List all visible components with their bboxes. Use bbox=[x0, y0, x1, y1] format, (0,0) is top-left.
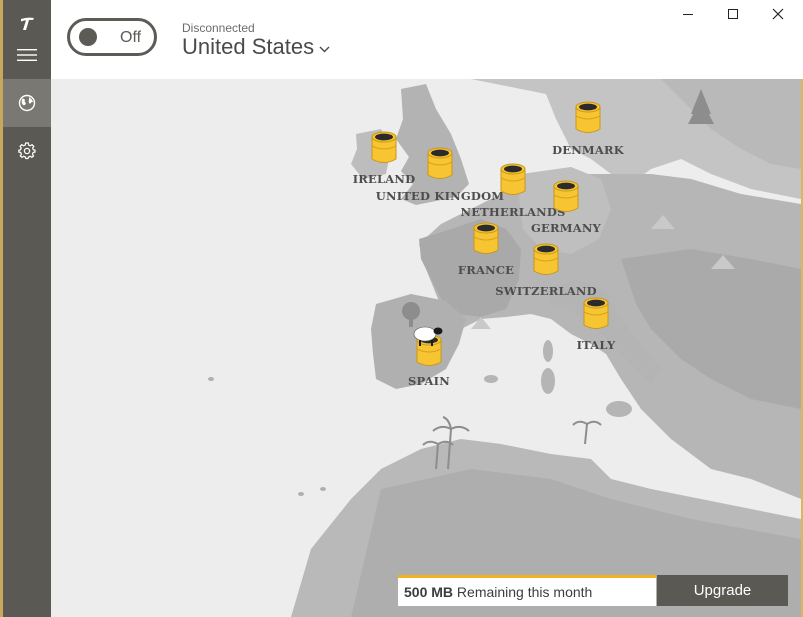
canary-island-1 bbox=[298, 492, 304, 496]
sardinia-island bbox=[541, 368, 555, 394]
country-label: NETHERLANDS bbox=[460, 205, 565, 219]
country-label: FRANCE bbox=[458, 263, 514, 277]
sicily-island bbox=[606, 401, 632, 417]
data-suffix: Remaining this month bbox=[456, 584, 593, 600]
data-remaining-text: 500 MB Remaining this month bbox=[404, 584, 592, 600]
balearic-island bbox=[484, 375, 498, 383]
country-label: SWITZERLAND bbox=[495, 284, 597, 298]
data-remaining-bar: 500 MB Remaining this month Upgrade bbox=[398, 575, 788, 606]
corsica-island bbox=[543, 340, 553, 362]
great-britain-landmass bbox=[396, 84, 469, 205]
hamburger-menu-icon[interactable] bbox=[3, 31, 51, 79]
world-map[interactable]: IRELAND UNITED KINGDOM NETHERLANDS DENMARK G… bbox=[51, 79, 801, 617]
country-label: SPAIN bbox=[408, 374, 450, 388]
toggle-knob bbox=[79, 28, 97, 46]
minimize-button[interactable] bbox=[673, 4, 703, 24]
data-remaining-box: 500 MB Remaining this month bbox=[398, 575, 656, 606]
country-name: United States bbox=[182, 34, 315, 59]
country-label: UNITED KINGDOM bbox=[376, 189, 505, 203]
connection-status: Disconnected bbox=[182, 21, 255, 35]
country-label: IRELAND bbox=[353, 172, 416, 186]
toggle-label: Off bbox=[120, 29, 142, 46]
country-label: DENMARK bbox=[552, 143, 625, 157]
globe-icon[interactable] bbox=[3, 79, 51, 127]
upgrade-button[interactable]: Upgrade bbox=[657, 575, 788, 606]
country-selector[interactable]: United States bbox=[182, 34, 330, 60]
country-label: ITALY bbox=[577, 338, 616, 352]
country-label: GERMANY bbox=[531, 221, 602, 235]
header: Off Disconnected United States bbox=[51, 0, 803, 79]
connection-toggle[interactable]: Off bbox=[67, 18, 157, 56]
map-canvas: IRELAND UNITED KINGDOM NETHERLANDS DENMARK G… bbox=[208, 79, 801, 617]
maximize-button[interactable] bbox=[718, 4, 748, 24]
close-button[interactable] bbox=[763, 4, 793, 24]
sidebar bbox=[3, 0, 51, 617]
canary-island-2 bbox=[320, 487, 326, 491]
data-amount: 500 MB bbox=[404, 584, 454, 600]
azores-island bbox=[208, 377, 214, 381]
gear-icon[interactable] bbox=[3, 127, 51, 175]
chevron-down-icon bbox=[319, 46, 330, 52]
app-window: Off Disconnected United States IRELAND U… bbox=[0, 0, 803, 617]
